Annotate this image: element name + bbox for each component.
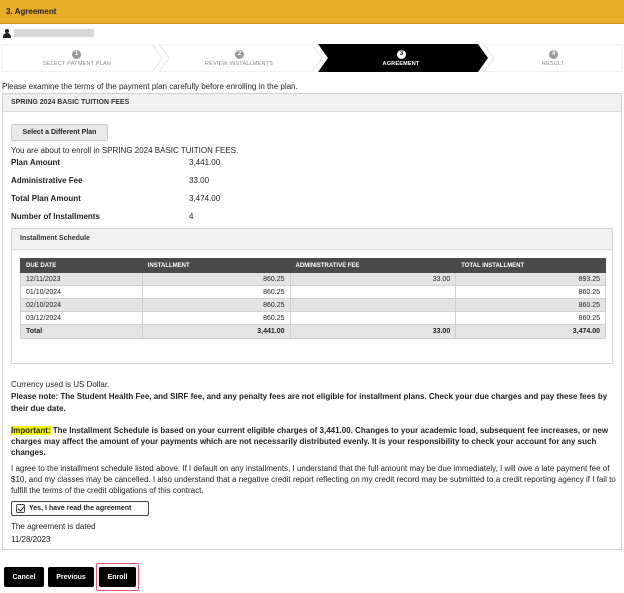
- total-installment-cell: 860.25: [455, 311, 606, 325]
- plan-amount-label: Plan Amount: [11, 158, 61, 167]
- step-number: 2: [235, 50, 244, 59]
- user-icon: [3, 28, 11, 38]
- select-different-plan-button[interactable]: Select a Different Plan: [11, 124, 108, 141]
- installment-cell: 860.25: [141, 272, 291, 286]
- number-of-installments-label: Number of Installments: [11, 212, 100, 221]
- section-header: 3. Agreement: [0, 0, 624, 24]
- read-agreement-label[interactable]: Yes, I have read the agreement: [29, 505, 131, 512]
- step-number: 3: [397, 50, 406, 59]
- total-installment-cell: 860.25: [455, 298, 606, 312]
- installment-schedule-title: Installment Schedule: [20, 235, 91, 242]
- admin-fee-cell: [289, 298, 457, 312]
- please-note: Please note: The Student Health Fee, and…: [11, 391, 617, 415]
- table-total-row: Total 3,441.00 33.00 3,474.00: [20, 324, 606, 339]
- installment-schedule-table: DUE DATE INSTALLMENT ADMINISTRATIVE FEE …: [20, 258, 606, 339]
- important-lead: Important:: [11, 426, 51, 435]
- installment-cell: 860.25: [141, 298, 291, 312]
- user-name-redacted: [14, 29, 94, 37]
- agreement-text: I agree to the installment schedule list…: [11, 464, 616, 495]
- total-installment-cell: 893.25: [455, 272, 606, 286]
- progress-stepper: 1 SELECT PAYMENT PLAN 2 REVIEW INSTALLME…: [2, 44, 622, 72]
- agreement-dated-label: The agreement is dated: [11, 522, 96, 531]
- step-select-payment-plan: 1 SELECT PAYMENT PLAN: [22, 44, 132, 72]
- enroll-note: You are about to enroll in SPRING 2024 B…: [11, 146, 239, 155]
- table-row: 03/12/2024 860.25 860.25: [20, 311, 606, 325]
- admin-fee-cell: [289, 311, 457, 325]
- step-label: RESULT: [541, 61, 565, 67]
- admin-fee-cell: 33.00: [289, 272, 457, 286]
- installment-schedule-header: Installment Schedule: [12, 229, 612, 250]
- admin-fee-label: Administrative Fee: [11, 176, 83, 185]
- step-result: 4 RESULT: [498, 44, 608, 72]
- grand-total-cell: 3,474.00: [455, 324, 606, 339]
- column-header-total-installment: TOTAL INSTALLMENT: [455, 258, 606, 273]
- column-header-due-date: DUE DATE: [20, 258, 143, 273]
- agreement-dated-value: 11/28/2023: [11, 535, 51, 544]
- table-row: 01/10/2024 860.25 860.25: [20, 285, 606, 299]
- user-info: [3, 28, 94, 38]
- number-of-installments-value: 4: [189, 212, 194, 221]
- admin-fee-value: 33.00: [189, 176, 210, 185]
- intro-text: Please examine the terms of the payment …: [2, 82, 298, 91]
- plan-panel-header: SPRING 2024 BASIC TUITION FEES: [3, 94, 621, 112]
- step-number: 1: [72, 50, 81, 59]
- currency-note: Currency used is US Dollar.: [11, 380, 110, 389]
- total-plan-amount-label: Total Plan Amount: [11, 194, 81, 203]
- total-admin-fee-cell: 33.00: [289, 324, 457, 339]
- step-review-installments: 2 REVIEW INSTALLMENTS: [184, 44, 294, 72]
- step-label: SELECT PAYMENT PLAN: [42, 61, 112, 67]
- installment-schedule-panel: Installment Schedule DUE DATE INSTALLMEN…: [11, 228, 613, 364]
- admin-fee-cell: [289, 285, 457, 299]
- due-date-cell: 02/10/2024: [20, 298, 143, 312]
- table-row: 02/10/2024 860.25 860.25: [20, 298, 606, 312]
- total-installment-cell: 860.25: [455, 285, 606, 299]
- total-plan-amount-value: 3,474.00: [189, 194, 221, 203]
- column-header-administrative-fee: ADMINISTRATIVE FEE: [289, 258, 457, 273]
- total-installment-sum-cell: 3,441.00: [141, 324, 291, 339]
- plan-panel: SPRING 2024 BASIC TUITION FEES Select a …: [2, 93, 622, 550]
- read-agreement-checkbox[interactable]: Yes, I have read the agreement: [11, 501, 149, 516]
- due-date-cell: 12/11/2023: [20, 272, 143, 286]
- please-note-lead: Please note:: [11, 392, 59, 401]
- important-text: The Installment Schedule is based on you…: [11, 426, 609, 457]
- step-number: 4: [549, 50, 558, 59]
- enroll-button[interactable]: Enroll: [99, 567, 136, 587]
- installment-cell: 860.25: [141, 285, 291, 299]
- please-note-text: The Student Health Fee, and SIRF fee, an…: [11, 392, 608, 413]
- table-header-row: DUE DATE INSTALLMENT ADMINISTRATIVE FEE …: [20, 258, 606, 273]
- step-label: REVIEW INSTALLMENTS: [204, 61, 274, 67]
- cancel-button[interactable]: Cancel: [4, 567, 44, 587]
- section-title: 3. Agreement: [6, 7, 57, 16]
- step-agreement: 3 AGREEMENT: [346, 44, 456, 72]
- important-note: Important: The Installment Schedule is b…: [11, 425, 617, 458]
- plan-title: SPRING 2024 BASIC TUITION FEES: [11, 99, 130, 106]
- due-date-cell: 01/10/2024: [20, 285, 143, 299]
- step-label: AGREEMENT: [382, 61, 420, 67]
- table-row: 12/11/2023 860.25 33.00 893.25: [20, 272, 606, 286]
- column-header-installment: INSTALLMENT: [141, 258, 291, 273]
- checkmark-icon[interactable]: [16, 504, 25, 513]
- installment-cell: 860.25: [141, 311, 291, 325]
- due-date-cell: 03/12/2024: [20, 311, 143, 325]
- total-label-cell: Total: [20, 324, 143, 339]
- plan-amount-value: 3,441.00: [189, 158, 221, 167]
- previous-button[interactable]: Previous: [48, 567, 94, 587]
